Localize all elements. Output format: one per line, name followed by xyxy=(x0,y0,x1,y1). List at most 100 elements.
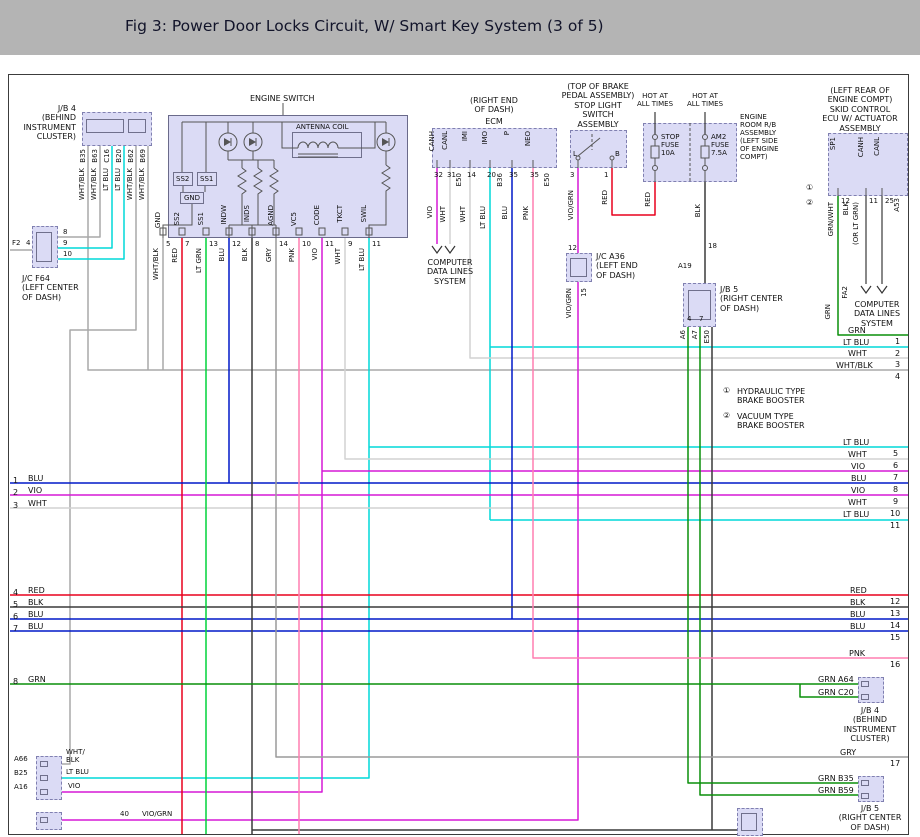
pin-terminal xyxy=(861,681,869,687)
component-label-engine-switch: ENGINE SWITCH xyxy=(250,94,315,103)
pin-label: IMO xyxy=(481,131,489,145)
wire-label: WHT/ BLK xyxy=(66,748,85,764)
wire-label: VIO/GRN xyxy=(567,190,575,220)
wire-label: VIO xyxy=(851,462,865,471)
component-location-ecm: (RIGHT END OF DASH) xyxy=(449,96,539,115)
wire-label: VIO xyxy=(426,206,434,218)
pin-number: 5 xyxy=(166,240,170,248)
pin-number: 5 xyxy=(893,449,898,458)
wire-label: GRY xyxy=(840,748,856,757)
pin-number: 40 xyxy=(120,810,129,818)
pin-number: 7 xyxy=(13,624,18,633)
pin-number: 4 xyxy=(13,588,18,597)
antenna-coil-box xyxy=(292,132,362,158)
pin-number: 12 xyxy=(568,244,577,252)
hot-at-all-times-label: HOT AT ALL TIMES xyxy=(681,92,729,108)
wire-label: LT BLU xyxy=(114,168,122,191)
antenna-coil-label: ANTENNA COIL xyxy=(296,123,349,131)
connector-label: FA2 xyxy=(841,286,849,299)
wire-label: WHT xyxy=(459,206,467,222)
pin-number: 14 xyxy=(890,621,900,630)
wiring-diagram-page: Fig 3: Power Door Locks Circuit, W/ Smar… xyxy=(0,0,920,837)
pin-label: B63 xyxy=(91,149,99,163)
wire-label: RED xyxy=(171,248,179,263)
wire-label: BLK xyxy=(842,202,850,215)
pin-number: 11 xyxy=(869,197,878,205)
pin-label: C16 xyxy=(103,149,111,163)
pin-label: TKCT xyxy=(336,205,344,223)
pin-terminal xyxy=(861,694,869,700)
wire-label: RED xyxy=(644,192,652,207)
pin-label: CANH xyxy=(428,131,436,151)
pin-number: 8 xyxy=(13,677,18,686)
pin-number: 7 xyxy=(185,240,189,248)
wire-label: LT BLU xyxy=(358,248,366,271)
pin-label: CANL xyxy=(873,137,881,156)
ecm-box xyxy=(432,128,557,168)
pin-label: C20 xyxy=(838,688,854,697)
pin-number: 8 xyxy=(893,485,898,494)
wire-label: RED xyxy=(850,586,867,595)
pin-number: 35 xyxy=(509,171,518,179)
wire-label: VIO xyxy=(311,248,319,260)
pin-number: 15 xyxy=(580,288,588,297)
pin-label: AGND xyxy=(267,205,275,226)
pin-label: A6 xyxy=(679,330,687,339)
pin-number: 9 xyxy=(348,240,352,248)
pin-label: INDS xyxy=(243,205,251,222)
pin-label: SS2 xyxy=(173,212,181,225)
pin-label: A7 xyxy=(691,330,699,339)
wire-label: BLU xyxy=(28,622,43,631)
pin-number: 7 xyxy=(699,315,703,323)
pin-label: CANH xyxy=(857,137,865,157)
wire-label: WHT xyxy=(28,499,47,508)
pin-number: 11 xyxy=(890,521,900,530)
wire-label: BLU xyxy=(28,474,43,483)
wire-label: PNK xyxy=(522,206,530,220)
pin-number: 1 xyxy=(13,476,18,485)
pin-number: 10 xyxy=(63,250,72,258)
pin-number: 2 xyxy=(13,488,18,497)
pin-label: SP1 xyxy=(829,137,837,150)
connector-symbol xyxy=(741,813,757,831)
pin-number: 14 xyxy=(279,240,288,248)
component-label-jb5: J/B 5 (RIGHT CENTER OF DASH) xyxy=(720,285,784,313)
wire-label: WHT xyxy=(848,450,867,459)
pin-number: 20 xyxy=(487,171,496,179)
pin-number: 1 xyxy=(895,337,900,346)
wire-label: RED xyxy=(28,586,45,595)
connector-symbol xyxy=(128,119,146,133)
computer-data-lines-label: COMPUTER DATA LINES SYSTEM xyxy=(420,258,480,286)
wire-label: LT BLU xyxy=(102,168,110,191)
pin-number: 11 xyxy=(325,240,334,248)
computer-data-lines-label: COMPUTER DATA LINES SYSTEM xyxy=(846,300,908,328)
pin-number: 13 xyxy=(209,240,218,248)
wire-label: BLK xyxy=(850,598,865,607)
pin-label: B35 xyxy=(838,774,854,783)
pin-number: 4 xyxy=(895,372,900,381)
pin-label: L xyxy=(573,150,577,158)
pin-number: 35 xyxy=(530,171,539,179)
wire-label: WHT/BLK xyxy=(126,168,134,200)
component-label-jb4-top: J/B 4 (BEHIND INSTRUMENT CLUSTER) xyxy=(14,104,76,142)
pin-number: 18 xyxy=(708,242,717,250)
wire-label: GRN xyxy=(848,326,866,335)
pin-label: CODE xyxy=(313,205,321,225)
pin-terminal xyxy=(40,789,48,795)
pin-number: 8 xyxy=(63,228,67,236)
pin-label: A19 xyxy=(678,262,692,270)
pin-label: B62 xyxy=(127,149,135,163)
wire-label: LT BLU xyxy=(843,510,869,519)
wire-label: LT BLU xyxy=(479,206,487,229)
pin-terminal xyxy=(861,780,869,786)
pin-number: 32 xyxy=(434,171,443,179)
pin-number: 8 xyxy=(255,240,259,248)
pin-number: 1 xyxy=(604,171,608,179)
wire-label: BLU xyxy=(851,474,866,483)
connector-label: E50 xyxy=(543,173,551,186)
pin-number: 6 xyxy=(13,612,18,621)
pin-label: E50 xyxy=(703,330,711,343)
wire-label: WHT/BLK xyxy=(152,248,160,280)
wire-label: WHT/BLK xyxy=(78,168,86,200)
skid-control-box xyxy=(828,133,908,196)
